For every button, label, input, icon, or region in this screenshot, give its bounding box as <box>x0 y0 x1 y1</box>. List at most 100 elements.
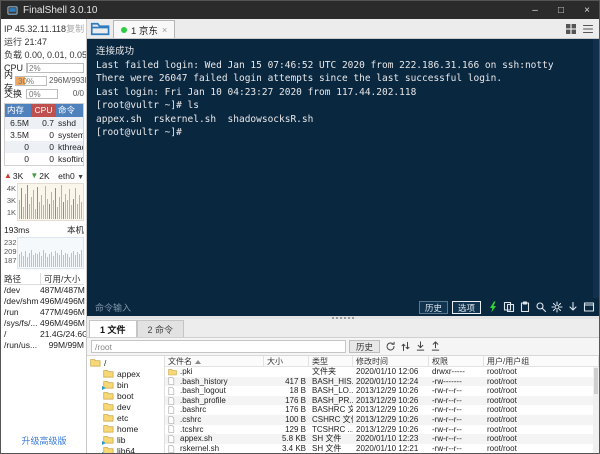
mem-meter: 30% <box>15 76 47 86</box>
file-col-2[interactable]: 类型 <box>309 356 353 366</box>
upload-icon[interactable] <box>430 341 441 352</box>
file-col-4[interactable]: 权限 <box>429 356 484 366</box>
ping-bar <box>83 253 84 267</box>
tree-item-lib64[interactable]: lib64 <box>90 445 164 454</box>
process-row[interactable]: 6.5M0.7sshd <box>5 117 83 129</box>
ping-bars <box>17 237 84 269</box>
ping-bar <box>51 252 52 267</box>
disk-row[interactable]: /sys/fs/...496M/496M <box>4 318 84 329</box>
folder-icon <box>90 358 101 367</box>
terminal-scrollbar[interactable] <box>593 39 599 298</box>
tree-item-dev[interactable]: dev <box>90 401 164 412</box>
tree-item-lib[interactable]: lib <box>90 434 164 445</box>
terminal-area[interactable]: 连接成功Last failed login: Wed Jan 15 07:46:… <box>87 39 599 316</box>
net-bar <box>79 195 80 219</box>
download-icon[interactable] <box>415 341 426 352</box>
file-panel-tab[interactable]: 1 文件 <box>89 320 137 337</box>
file-mtime: 2013/12/29 10:26 <box>353 415 429 425</box>
file-col-1[interactable]: 大小 <box>264 356 309 366</box>
menu-icon[interactable] <box>582 23 594 35</box>
terminal-output[interactable]: 连接成功Last failed login: Wed Jan 15 07:46:… <box>87 39 599 298</box>
options-button[interactable]: 选项 <box>452 301 481 314</box>
process-row[interactable]: 3.5M0systemd <box>5 129 83 141</box>
file-panel-tab[interactable]: 2 命令 <box>137 320 185 337</box>
tree-item-bin[interactable]: bin <box>90 379 164 390</box>
folder-icon <box>103 391 114 400</box>
network-ytick: 3K <box>4 196 16 205</box>
terminal-toolbar: 命令输入 历史 选项 <box>87 298 599 316</box>
file-row[interactable]: .bash_history417 BBASH_HIS...2020/01/10 … <box>165 377 599 387</box>
tab-close-icon[interactable]: × <box>162 25 167 35</box>
disk-row[interactable]: /21.4G/24.6G <box>4 329 84 340</box>
file-col-5[interactable]: 用户/用户组 <box>484 356 599 366</box>
file-name: rskernel.sh <box>180 444 219 454</box>
disk-row[interactable]: /run/us...99M/99M <box>4 340 84 351</box>
disk-table-header: 路径 可用/大小 <box>4 273 84 285</box>
upgrade-premium-link[interactable]: 升级高级版 <box>4 434 84 453</box>
net-bar <box>53 200 54 219</box>
net-bar <box>43 205 44 219</box>
path-history-button[interactable]: 历史 <box>349 340 380 353</box>
copy-icon[interactable] <box>503 301 515 313</box>
paste-icon[interactable] <box>519 301 531 313</box>
tree-item-appex[interactable]: appex <box>90 368 164 379</box>
ping-legend: 193ms 本机 <box>4 223 84 236</box>
process-row[interactable]: 00ksoftirqd/ <box>5 153 83 165</box>
file-col-3[interactable]: 修改时间 <box>353 356 429 366</box>
net-bar <box>57 207 58 219</box>
file-name-cell: .bash_logout <box>165 386 264 396</box>
arrow-down-icon[interactable] <box>567 301 579 313</box>
process-col-1[interactable]: CPU <box>31 104 56 117</box>
maximize-button[interactable]: □ <box>555 5 567 16</box>
ping-bar <box>57 253 58 267</box>
net-bar <box>73 199 74 219</box>
file-col-label: 修改时间 <box>356 357 388 366</box>
history-button[interactable]: 历史 <box>419 301 448 314</box>
file-perm: -rw-r--r-- <box>429 396 484 406</box>
refresh-icon[interactable] <box>385 341 396 352</box>
file-mtime: 2020/01/10 12:23 <box>353 434 429 444</box>
interface-select[interactable]: eth0 ▼ <box>58 171 84 181</box>
file-row[interactable]: .tcshrc129 BTCSHRC ...2013/12/29 10:26-r… <box>165 425 599 435</box>
open-connections-folder-icon[interactable] <box>87 20 113 38</box>
tree-item-boot[interactable]: boot <box>90 390 164 401</box>
process-col-0[interactable]: 内存 <box>5 104 31 117</box>
session-tab-jingdong[interactable]: 1 京东 × <box>113 20 175 38</box>
disk-row[interactable]: /dev/shm496M/496M <box>4 296 84 307</box>
close-button[interactable]: × <box>581 5 593 16</box>
file-row[interactable]: appex.sh5.8 KBSH 文件2020/01/10 12:23-rw-r… <box>165 434 599 444</box>
minimize-button[interactable]: – <box>529 5 541 16</box>
finalshell-window: FinalShell 3.0.10 – □ × IP 45.32.11.118 … <box>0 0 600 454</box>
tree-item-home[interactable]: home <box>90 423 164 434</box>
copy-ip-button[interactable]: 复制 <box>66 22 86 35</box>
process-col-2[interactable]: 命令 <box>56 104 83 117</box>
file-perm: -rw-r--r-- <box>429 434 484 444</box>
lightning-icon[interactable] <box>487 301 499 313</box>
updown-icon[interactable] <box>400 341 411 352</box>
tree-root[interactable]: / <box>90 357 164 368</box>
file-row[interactable]: .cshrc100 BCSHRC 文件2013/12/29 10:26-rw-r… <box>165 415 599 425</box>
file-row[interactable]: .bashrc176 BBASHRC 文...2013/12/29 10:26-… <box>165 405 599 415</box>
tree-item-label: etc <box>117 413 128 423</box>
file-row[interactable]: .bash_logout18 BBASH_LO...2013/12/29 10:… <box>165 386 599 396</box>
disk-row[interactable]: /dev487M/487M <box>4 285 84 296</box>
file-table-scrollbar[interactable] <box>593 367 599 454</box>
process-cmd: systemd <box>56 129 83 141</box>
path-input[interactable]: /root <box>91 340 346 353</box>
tree-item-etc[interactable]: etc <box>90 412 164 423</box>
file-icon <box>168 397 177 405</box>
ping-bar <box>35 253 36 267</box>
file-row[interactable]: rskernel.sh3.4 KBSH 文件2020/01/10 12:21-r… <box>165 444 599 454</box>
file-row[interactable]: .bash_profile176 BBASH_PR...2013/12/29 1… <box>165 396 599 406</box>
file-row[interactable]: .pki文件夹2020/01/10 12:06drwxr-----root/ro… <box>165 367 599 377</box>
process-mem: 0 <box>5 141 31 153</box>
command-input[interactable]: 命令输入 <box>95 301 415 314</box>
disk-row[interactable]: /run477M/496M <box>4 307 84 318</box>
gear-icon[interactable] <box>551 301 563 313</box>
window-icon[interactable] <box>583 301 595 313</box>
file-name-cell: .bash_history <box>165 377 264 387</box>
file-col-0[interactable]: 文件名 <box>165 356 264 366</box>
process-row[interactable]: 00kthreadd <box>5 141 83 153</box>
search-icon[interactable] <box>535 301 547 313</box>
grid-icon[interactable] <box>565 23 577 35</box>
